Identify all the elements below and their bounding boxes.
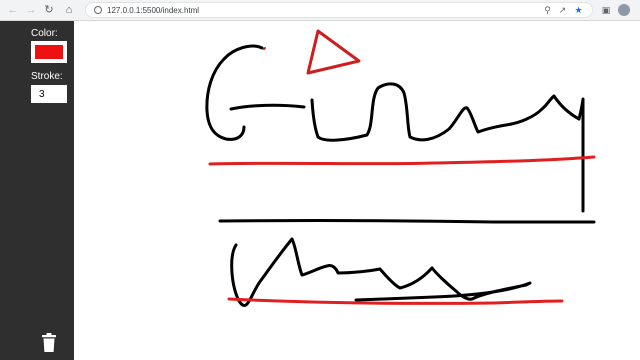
share-icon[interactable]: ↗: [556, 4, 569, 17]
pen-stroke: [230, 237, 434, 307]
pen-stroke: [229, 103, 306, 111]
pen-stroke: [310, 82, 585, 213]
reload-icon[interactable]: ↻: [42, 3, 56, 17]
pen-stroke: [205, 44, 264, 141]
sidebar: Color: Stroke:: [0, 21, 74, 360]
avatar[interactable]: [618, 4, 630, 16]
url-text[interactable]: 127.0.0.1:5500/index.html: [107, 4, 199, 17]
info-icon[interactable]: [94, 6, 102, 14]
back-icon[interactable]: ←: [6, 3, 20, 17]
browser-toolbar: ← → ↻ ⌂ 127.0.0.1:5500/index.html ⚲ ↗ ★ …: [0, 0, 640, 21]
extension-icon[interactable]: ▣: [600, 4, 612, 16]
address-bar[interactable]: 127.0.0.1:5500/index.html ⚲ ↗ ★: [85, 2, 593, 18]
color-swatch[interactable]: [35, 45, 63, 59]
zoom-icon[interactable]: ⚲: [541, 4, 554, 17]
stroke-input[interactable]: [31, 85, 67, 103]
color-picker[interactable]: [31, 41, 67, 63]
home-icon[interactable]: ⌂: [62, 3, 76, 17]
pen-stroke: [218, 219, 596, 224]
forward-icon[interactable]: →: [24, 3, 38, 17]
drawing-canvas[interactable]: [74, 21, 640, 360]
pen-stroke: [306, 29, 361, 75]
trash-icon[interactable]: [40, 333, 58, 353]
stroke-label: Stroke:: [31, 71, 63, 82]
bookmark-star-icon[interactable]: ★: [572, 4, 585, 17]
color-label: Color:: [31, 28, 58, 39]
pen-stroke: [263, 47, 266, 50]
drawing-layer: [205, 29, 596, 307]
pen-stroke: [208, 155, 596, 166]
